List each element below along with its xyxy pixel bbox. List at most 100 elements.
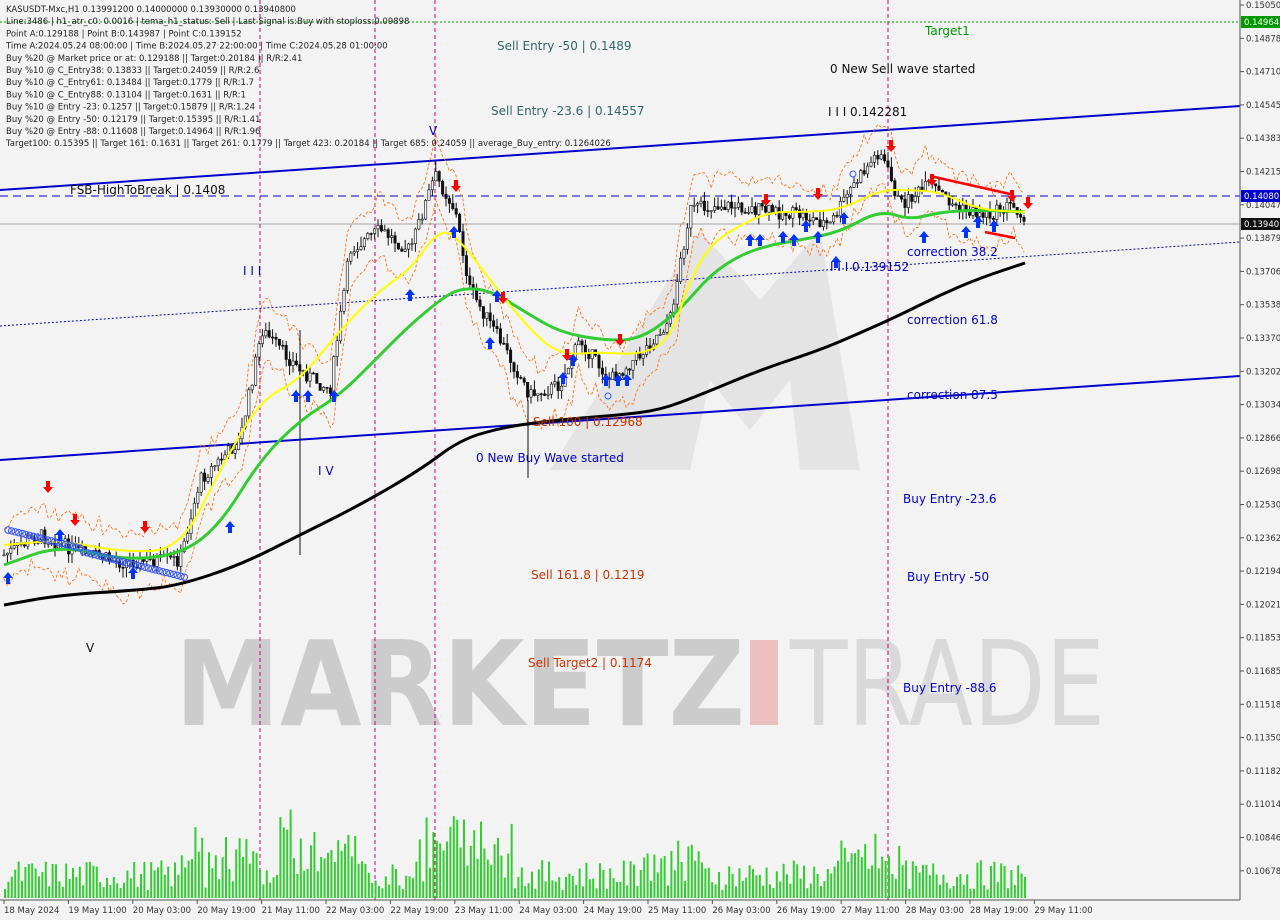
volume-bar bbox=[422, 881, 425, 898]
volume-bar bbox=[10, 876, 13, 898]
volume-bar bbox=[990, 865, 992, 898]
volume-bar bbox=[935, 874, 938, 898]
candle-body bbox=[366, 233, 370, 239]
volume-bar bbox=[806, 888, 809, 898]
candle-body bbox=[655, 334, 659, 345]
volume-bar bbox=[701, 862, 703, 898]
volume-bar bbox=[765, 867, 768, 898]
volume-bar bbox=[463, 819, 465, 898]
volume-bar bbox=[354, 835, 357, 898]
volume-bar bbox=[252, 851, 255, 898]
volume-bar bbox=[78, 866, 81, 898]
volume-bar bbox=[500, 855, 503, 898]
candle-body bbox=[505, 343, 509, 351]
volume-bar bbox=[595, 888, 598, 898]
candle-body bbox=[386, 229, 390, 238]
candle-body bbox=[478, 299, 482, 307]
volume-bar bbox=[684, 880, 686, 898]
volume-bar bbox=[585, 862, 588, 898]
volume-bar bbox=[752, 869, 754, 898]
candle-body bbox=[692, 204, 696, 207]
volume-bar bbox=[939, 884, 941, 898]
volume-bar bbox=[242, 857, 244, 898]
volume-bar bbox=[612, 878, 615, 898]
volume-bar bbox=[310, 845, 312, 898]
volume-bar bbox=[337, 840, 340, 898]
candle-body bbox=[526, 381, 530, 398]
volume-bar bbox=[857, 849, 860, 898]
candle-body bbox=[821, 220, 825, 228]
volume-bar bbox=[738, 868, 741, 898]
candle-body bbox=[869, 162, 873, 167]
candle-body bbox=[903, 198, 907, 208]
candle-body bbox=[556, 381, 560, 391]
volume-bar bbox=[17, 861, 20, 898]
price-tag-label: 0.14964 bbox=[1244, 18, 1279, 28]
candle-body bbox=[743, 211, 747, 214]
volume-bar bbox=[626, 885, 629, 898]
volume-bar bbox=[449, 826, 452, 898]
price-chart[interactable]: MARKETZ TRADE Sell Entry -50 | 0.1489 Se… bbox=[0, 0, 1280, 920]
volume-bar bbox=[918, 872, 921, 898]
volume-bar bbox=[432, 832, 435, 898]
candle-body bbox=[770, 204, 774, 213]
candle-body bbox=[900, 195, 904, 200]
info-line: Buy %20 @ Entry -88: 0.11608 || Target:0… bbox=[6, 127, 260, 137]
candle-body bbox=[804, 212, 808, 221]
candle-body bbox=[254, 356, 258, 386]
volume-bar bbox=[694, 860, 697, 898]
candle-body bbox=[424, 200, 428, 220]
volume-bar bbox=[1013, 885, 1016, 898]
volume-bar bbox=[653, 854, 656, 898]
candle-body bbox=[196, 491, 200, 504]
volume-bar bbox=[629, 861, 632, 898]
candle-body bbox=[1022, 217, 1026, 222]
info-line: Buy %10 @ C_Entry38: 0.13833 || Target:0… bbox=[6, 66, 259, 76]
volume-bar bbox=[813, 866, 816, 898]
volume-bar bbox=[850, 853, 853, 898]
volume-bar bbox=[197, 851, 200, 898]
volume-bar bbox=[854, 853, 856, 898]
volume-bar bbox=[1003, 865, 1006, 898]
price-tag-label: 0.14080 bbox=[1244, 192, 1279, 202]
candle-body bbox=[923, 181, 927, 191]
volume-bar bbox=[639, 869, 642, 898]
candle-body bbox=[250, 384, 254, 391]
sell-target2-label: Sell Target2 | 0.1174 bbox=[528, 656, 652, 670]
volume-bar bbox=[306, 868, 309, 898]
candle-body bbox=[750, 206, 754, 213]
volume-bar bbox=[82, 885, 85, 898]
volume-bar bbox=[884, 861, 887, 898]
candle-body bbox=[502, 342, 506, 345]
volume-bar bbox=[490, 864, 493, 898]
volume-bar bbox=[507, 853, 510, 898]
candle-body bbox=[549, 383, 553, 395]
price-tick-label: 0.13879 bbox=[1246, 234, 1280, 244]
volume-bar bbox=[157, 867, 159, 898]
volume-bar bbox=[65, 863, 68, 898]
volume-bar bbox=[4, 889, 6, 898]
info-line: Buy %10 @ C_Entry61: 0.13484 || Target:0… bbox=[6, 78, 254, 88]
volume-bar bbox=[616, 882, 618, 898]
candle-body bbox=[913, 196, 917, 202]
volume-bar bbox=[592, 878, 595, 898]
price-tick-label: 0.12530 bbox=[1246, 501, 1280, 511]
volume-bar bbox=[867, 868, 870, 898]
candle-body bbox=[356, 249, 360, 252]
candle-body bbox=[852, 182, 856, 188]
candle-body bbox=[400, 248, 404, 252]
volume-bar bbox=[656, 872, 659, 898]
volume-bar bbox=[833, 866, 836, 898]
volume-bar bbox=[75, 877, 78, 898]
candle-body bbox=[883, 154, 887, 162]
volume-bar bbox=[435, 840, 438, 898]
volume-bar bbox=[480, 821, 482, 898]
volume-bar bbox=[646, 853, 649, 898]
candle-body bbox=[328, 387, 332, 394]
buy-entry-236-label: Buy Entry -23.6 bbox=[903, 492, 997, 506]
candle-body bbox=[713, 206, 717, 211]
candle-body bbox=[706, 210, 710, 212]
candle-body bbox=[580, 340, 584, 346]
volume-bar bbox=[888, 856, 890, 898]
candle-body bbox=[458, 213, 462, 232]
